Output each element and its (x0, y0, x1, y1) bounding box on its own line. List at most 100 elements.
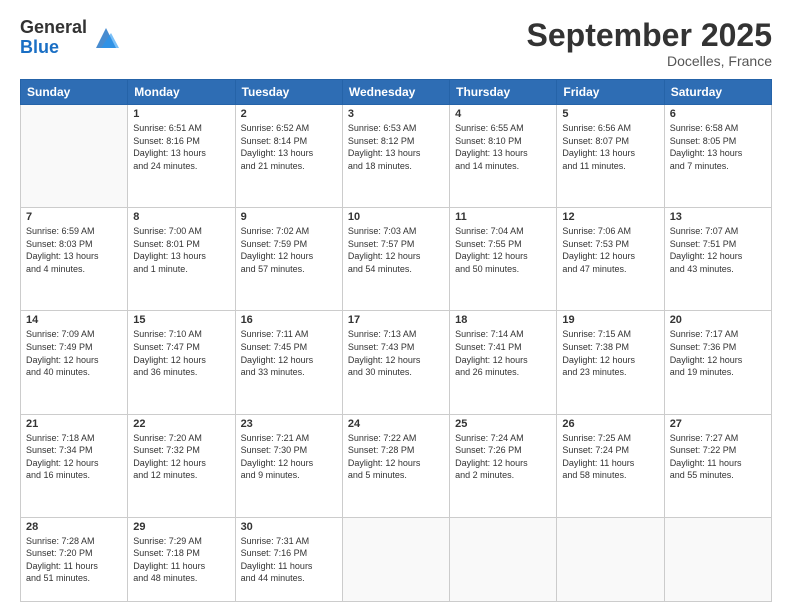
logo: General Blue (20, 18, 121, 58)
day-info: Sunrise: 6:56 AMSunset: 8:07 PMDaylight:… (562, 122, 658, 172)
logo-general: General (20, 18, 87, 38)
day-number: 17 (348, 314, 444, 326)
day-info: Sunrise: 7:27 AMSunset: 7:22 PMDaylight:… (670, 432, 766, 482)
day-number: 2 (241, 108, 337, 120)
calendar-cell: 9 Sunrise: 7:02 AMSunset: 7:59 PMDaylight… (235, 208, 342, 311)
day-info: Sunrise: 6:51 AMSunset: 8:16 PMDaylight:… (133, 122, 229, 172)
weekday-thursday: Thursday (450, 80, 557, 105)
day-info: Sunrise: 7:31 AMSunset: 7:16 PMDaylight:… (241, 535, 337, 585)
day-number: 18 (455, 314, 551, 326)
day-number: 19 (562, 314, 658, 326)
day-info: Sunrise: 6:59 AMSunset: 8:03 PMDaylight:… (26, 225, 122, 275)
day-info: Sunrise: 7:06 AMSunset: 7:53 PMDaylight:… (562, 225, 658, 275)
calendar-cell: 22Sunrise: 7:20 AMSunset: 7:32 PMDayligh… (128, 414, 235, 517)
calendar-cell: 19Sunrise: 7:15 AMSunset: 7:38 PMDayligh… (557, 311, 664, 414)
day-number: 29 (133, 521, 229, 533)
day-number: 13 (670, 211, 766, 223)
calendar-cell: 1 Sunrise: 6:51 AMSunset: 8:16 PMDaylight… (128, 105, 235, 208)
day-info: Sunrise: 7:11 AMSunset: 7:45 PMDaylight:… (241, 328, 337, 378)
calendar-cell: 13 Sunrise: 7:07 AMSunset: 7:51 PMDayligh… (664, 208, 771, 311)
day-info: Sunrise: 7:24 AMSunset: 7:26 PMDaylight:… (455, 432, 551, 482)
title-section: September 2025 Docelles, France (527, 18, 772, 69)
calendar-cell (342, 517, 449, 601)
weekday-sunday: Sunday (21, 80, 128, 105)
day-number: 10 (348, 211, 444, 223)
calendar-cell: 7 Sunrise: 6:59 AMSunset: 8:03 PMDaylight… (21, 208, 128, 311)
day-number: 22 (133, 418, 229, 430)
month-title: September 2025 (527, 18, 772, 53)
day-number: 21 (26, 418, 122, 430)
header: General Blue September 2025 Docelles, Fr… (20, 18, 772, 69)
weekday-wednesday: Wednesday (342, 80, 449, 105)
day-number: 23 (241, 418, 337, 430)
day-number: 1 (133, 108, 229, 120)
day-number: 14 (26, 314, 122, 326)
week-row-3: 14 Sunrise: 7:09 AMSunset: 7:49 PMDayligh… (21, 311, 772, 414)
day-number: 30 (241, 521, 337, 533)
week-row-1: 1 Sunrise: 6:51 AMSunset: 8:16 PMDaylight… (21, 105, 772, 208)
logo-icon (91, 23, 121, 53)
calendar: SundayMondayTuesdayWednesdayThursdayFrid… (20, 79, 772, 602)
day-number: 28 (26, 521, 122, 533)
day-info: Sunrise: 7:10 AMSunset: 7:47 PMDaylight:… (133, 328, 229, 378)
calendar-cell: 3Sunrise: 6:53 AMSunset: 8:12 PMDaylight… (342, 105, 449, 208)
calendar-cell: 17Sunrise: 7:13 AMSunset: 7:43 PMDayligh… (342, 311, 449, 414)
weekday-header-row: SundayMondayTuesdayWednesdayThursdayFrid… (21, 80, 772, 105)
day-info: Sunrise: 7:00 AMSunset: 8:01 PMDaylight:… (133, 225, 229, 275)
calendar-cell: 2 Sunrise: 6:52 AMSunset: 8:14 PMDaylight… (235, 105, 342, 208)
calendar-cell (557, 517, 664, 601)
weekday-saturday: Saturday (664, 80, 771, 105)
calendar-cell: 14 Sunrise: 7:09 AMSunset: 7:49 PMDayligh… (21, 311, 128, 414)
week-row-2: 7 Sunrise: 6:59 AMSunset: 8:03 PMDaylight… (21, 208, 772, 311)
day-number: 8 (133, 211, 229, 223)
day-info: Sunrise: 7:18 AMSunset: 7:34 PMDaylight:… (26, 432, 122, 482)
day-info: Sunrise: 7:28 AMSunset: 7:20 PMDaylight:… (26, 535, 122, 585)
calendar-cell: 29 Sunrise: 7:29 AMSunset: 7:18 PMDayligh… (128, 517, 235, 601)
day-number: 11 (455, 211, 551, 223)
day-info: Sunrise: 7:07 AMSunset: 7:51 PMDaylight:… (670, 225, 766, 275)
calendar-cell: 11 Sunrise: 7:04 AMSunset: 7:55 PMDayligh… (450, 208, 557, 311)
day-info: Sunrise: 7:03 AMSunset: 7:57 PMDaylight:… (348, 225, 444, 275)
calendar-cell (21, 105, 128, 208)
day-number: 7 (26, 211, 122, 223)
calendar-cell: 8 Sunrise: 7:00 AMSunset: 8:01 PMDaylight… (128, 208, 235, 311)
day-info: Sunrise: 6:55 AMSunset: 8:10 PMDaylight:… (455, 122, 551, 172)
calendar-cell (664, 517, 771, 601)
day-number: 15 (133, 314, 229, 326)
location: Docelles, France (527, 53, 772, 69)
day-info: Sunrise: 7:02 AMSunset: 7:59 PMDaylight:… (241, 225, 337, 275)
week-row-5: 28 Sunrise: 7:28 AMSunset: 7:20 PMDayligh… (21, 517, 772, 601)
calendar-cell: 27Sunrise: 7:27 AMSunset: 7:22 PMDayligh… (664, 414, 771, 517)
day-info: Sunrise: 7:29 AMSunset: 7:18 PMDaylight:… (133, 535, 229, 585)
day-info: Sunrise: 7:25 AMSunset: 7:24 PMDaylight:… (562, 432, 658, 482)
day-number: 26 (562, 418, 658, 430)
day-number: 9 (241, 211, 337, 223)
day-info: Sunrise: 7:04 AMSunset: 7:55 PMDaylight:… (455, 225, 551, 275)
day-info: Sunrise: 7:21 AMSunset: 7:30 PMDaylight:… (241, 432, 337, 482)
weekday-monday: Monday (128, 80, 235, 105)
weekday-friday: Friday (557, 80, 664, 105)
day-number: 12 (562, 211, 658, 223)
day-number: 25 (455, 418, 551, 430)
calendar-cell: 10 Sunrise: 7:03 AMSunset: 7:57 PMDayligh… (342, 208, 449, 311)
day-info: Sunrise: 6:58 AMSunset: 8:05 PMDaylight:… (670, 122, 766, 172)
calendar-cell: 16 Sunrise: 7:11 AMSunset: 7:45 PMDayligh… (235, 311, 342, 414)
calendar-cell: 5Sunrise: 6:56 AMSunset: 8:07 PMDaylight… (557, 105, 664, 208)
page: General Blue September 2025 Docelles, Fr… (0, 0, 792, 612)
logo-blue: Blue (20, 38, 87, 58)
calendar-cell (450, 517, 557, 601)
day-info: Sunrise: 7:09 AMSunset: 7:49 PMDaylight:… (26, 328, 122, 378)
day-number: 16 (241, 314, 337, 326)
week-row-4: 21 Sunrise: 7:18 AMSunset: 7:34 PMDayligh… (21, 414, 772, 517)
calendar-cell: 4 Sunrise: 6:55 AMSunset: 8:10 PMDaylight… (450, 105, 557, 208)
day-info: Sunrise: 7:22 AMSunset: 7:28 PMDaylight:… (348, 432, 444, 482)
calendar-cell: 21 Sunrise: 7:18 AMSunset: 7:34 PMDayligh… (21, 414, 128, 517)
calendar-cell: 15 Sunrise: 7:10 AMSunset: 7:47 PMDayligh… (128, 311, 235, 414)
day-number: 4 (455, 108, 551, 120)
day-info: Sunrise: 6:52 AMSunset: 8:14 PMDaylight:… (241, 122, 337, 172)
calendar-cell: 26 Sunrise: 7:25 AMSunset: 7:24 PMDayligh… (557, 414, 664, 517)
day-info: Sunrise: 6:53 AMSunset: 8:12 PMDaylight:… (348, 122, 444, 172)
calendar-cell: 12 Sunrise: 7:06 AMSunset: 7:53 PMDayligh… (557, 208, 664, 311)
calendar-cell: 28 Sunrise: 7:28 AMSunset: 7:20 PMDayligh… (21, 517, 128, 601)
weekday-tuesday: Tuesday (235, 80, 342, 105)
